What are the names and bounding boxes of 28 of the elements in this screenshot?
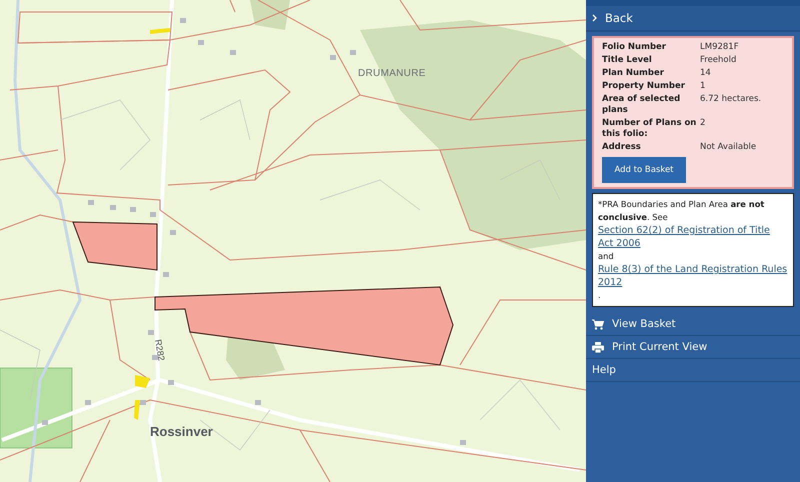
place-label: Rossinver xyxy=(150,424,213,439)
detail-value: Not Available xyxy=(700,142,758,153)
detail-value: Freehold xyxy=(700,55,738,66)
detail-label: Folio Number xyxy=(602,42,667,53)
detail-value: 1 xyxy=(700,81,706,92)
selected-plot[interactable] xyxy=(72,221,158,271)
detail-label: Plan Number xyxy=(602,68,665,79)
detail-value: LM9281F xyxy=(700,42,740,53)
disclaimer-notice: *PRA Boundaries and Plan Area are not conclusive. See Section 62(2) of Registration of Title Act 2006 and Rule 8(3) of the Land Registration Rules 2012 . xyxy=(592,193,794,307)
detail-label: Property Number xyxy=(602,81,686,92)
back-button[interactable]: Back xyxy=(586,6,800,32)
printer-icon xyxy=(592,342,604,352)
road-label: R282 xyxy=(153,338,167,362)
legislation-link[interactable]: Rule 8(3) of the Land Registration Rules 2012 xyxy=(598,263,788,289)
detail-value: 14 xyxy=(700,68,712,79)
cart-icon xyxy=(592,318,604,330)
detail-label: Number of Plans on this folio: xyxy=(602,118,698,140)
detail-label: Address xyxy=(602,142,642,153)
detail-label: Area of selected plans xyxy=(602,94,682,116)
detail-label: Title Level xyxy=(602,55,653,66)
add-to-basket-button[interactable]: Add to Basket xyxy=(602,157,686,183)
detail-value: 6.72 hectares. xyxy=(700,94,762,106)
detail-value: 2 xyxy=(700,118,706,130)
place-label: DRUMANURE xyxy=(358,68,426,79)
selected-plot[interactable] xyxy=(154,286,454,366)
legislation-link[interactable]: Section 62(2) of Registration of Title Act 2006 xyxy=(598,224,788,250)
map-view[interactable]: DRUMANURE R282 Rossinver xyxy=(0,0,586,482)
chevron-icon xyxy=(592,14,597,22)
